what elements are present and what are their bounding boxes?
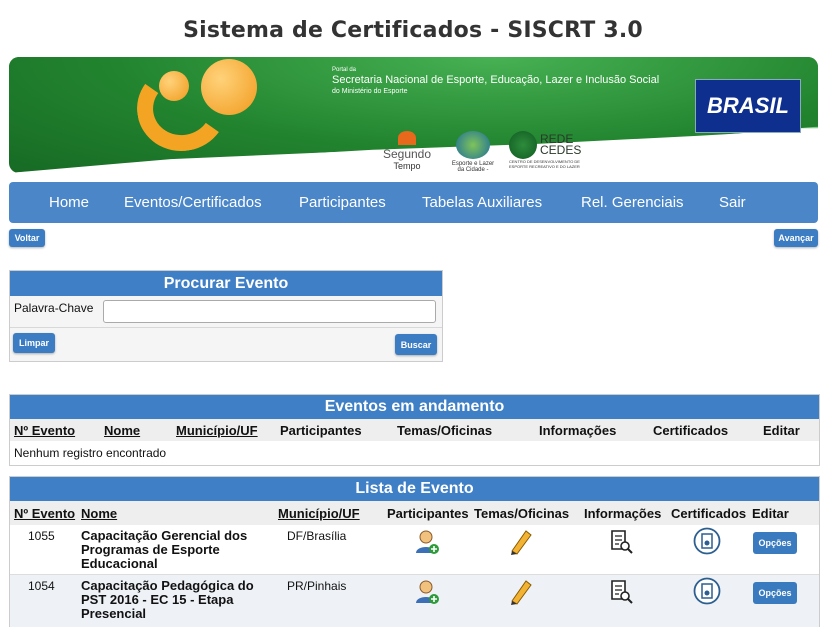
page-title: Sistema de Certificados - SISCRT 3.0	[183, 18, 643, 43]
pencil-icon[interactable]	[508, 527, 534, 555]
ongoing-header-row: Nº Evento Nome Município/UF Participante…	[10, 419, 819, 441]
document-search-icon[interactable]	[610, 529, 634, 555]
list-col-topics: Temas/Oficinas	[474, 506, 570, 521]
options-button[interactable]: Opções	[753, 532, 797, 554]
segundo-tempo-logo: Segundo Tempo	[375, 131, 439, 171]
clear-button[interactable]: Limpar	[13, 333, 55, 353]
main-nav: Home Eventos/Certificados Participantes …	[9, 182, 818, 223]
nav-sair[interactable]: Sair	[719, 194, 746, 211]
row-name: Capacitação Gerencial dos Programas de E…	[81, 528, 248, 571]
event-list-panel: Lista de Evento Nº Evento Nome Município…	[9, 476, 820, 627]
col-participants: Participantes	[280, 423, 362, 438]
nav-tabelas-auxiliares[interactable]: Tabelas Auxiliares	[422, 194, 542, 211]
next-button[interactable]: Avançar	[774, 229, 818, 247]
search-label: Palavra-Chave	[14, 301, 94, 315]
pelc-logo: Esporte e Lazer da Cidade - PELC	[449, 131, 497, 173]
nav-participantes[interactable]: Participantes	[299, 194, 386, 211]
col-name[interactable]: Nome	[104, 423, 140, 438]
col-city[interactable]: Município/UF	[176, 423, 258, 438]
list-header-row: Nº Evento Nome Município/UF Participante…	[10, 501, 819, 525]
col-num[interactable]: Nº Evento	[14, 423, 75, 438]
nav-eventos-certificados[interactable]: Eventos/Certificados	[124, 194, 262, 211]
user-add-icon[interactable]	[414, 529, 440, 555]
row-num: 1054	[28, 579, 55, 593]
search-panel: Procurar Evento Palavra-Chave Limpar Bus…	[9, 270, 443, 362]
list-col-participants: Participantes	[387, 506, 469, 521]
search-title: Procurar Evento	[10, 271, 442, 296]
esporte-logo-ball	[201, 59, 257, 115]
list-col-edit: Editar	[752, 506, 789, 521]
list-col-name[interactable]: Nome	[81, 506, 117, 521]
certificate-icon[interactable]	[693, 577, 721, 605]
table-row: 1054 Capacitação Pedagógica do PST 2016 …	[10, 575, 819, 627]
row-num: 1055	[28, 529, 55, 543]
pencil-icon[interactable]	[508, 577, 534, 605]
certificate-icon[interactable]	[693, 527, 721, 555]
ongoing-title: Eventos em andamento	[10, 395, 819, 419]
search-button[interactable]: Buscar	[395, 334, 437, 355]
list-col-info: Informações	[584, 506, 662, 521]
brasil-logo: BRASIL	[695, 79, 801, 133]
nav-rel-gerenciais[interactable]: Rel. Gerenciais	[581, 194, 684, 211]
back-button[interactable]: Voltar	[9, 229, 45, 247]
col-topics: Temas/Oficinas	[397, 423, 493, 438]
empty-message: Nenhum registro encontrado	[14, 446, 167, 460]
nav-home[interactable]: Home	[49, 194, 89, 211]
table-row: 1055 Capacitação Gerencial dos Programas…	[10, 525, 819, 575]
list-col-city[interactable]: Município/UF	[278, 506, 360, 521]
options-button[interactable]: Opções	[753, 582, 797, 604]
list-col-certificates: Certificados	[671, 506, 747, 521]
col-certificates: Certificados	[653, 423, 729, 438]
header-banner: Portal da Secretaria Nacional de Esporte…	[9, 57, 818, 173]
org-text: Portal da Secretaria Nacional de Esporte…	[332, 67, 660, 95]
keyword-input[interactable]	[103, 300, 436, 323]
list-col-num[interactable]: Nº Evento	[14, 506, 75, 521]
list-title: Lista de Evento	[10, 477, 819, 501]
esporte-logo-head	[159, 71, 189, 101]
row-city: DF/Brasília	[287, 529, 347, 543]
col-edit: Editar	[763, 423, 800, 438]
ongoing-events-panel: Eventos em andamento Nº Evento Nome Muni…	[9, 394, 820, 466]
row-name: Capacitação Pedagógica do PST 2016 - EC …	[81, 578, 254, 621]
user-add-icon[interactable]	[414, 579, 440, 605]
col-info: Informações	[539, 423, 617, 438]
rede-cedes-logo: REDE CEDES CENTRO DE DESENVOLVIMENTO DE …	[509, 131, 582, 169]
row-city: PR/Pinhais	[287, 579, 347, 593]
document-search-icon[interactable]	[610, 579, 634, 605]
